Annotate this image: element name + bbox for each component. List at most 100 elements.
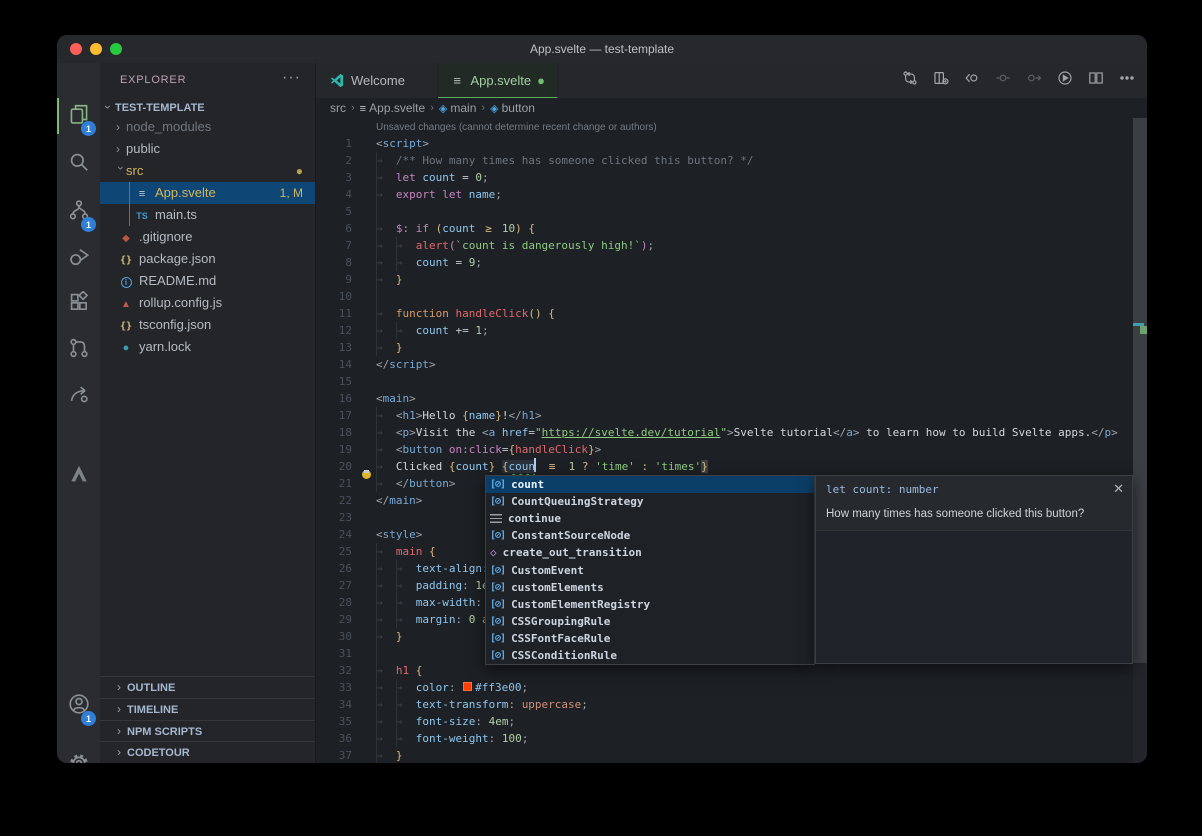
activity-item-azure[interactable] <box>57 454 100 498</box>
suggest-item-ConstantSourceNode[interactable]: [⊘]ConstantSourceNode <box>486 527 814 544</box>
activity-item-extensions[interactable] <box>57 282 100 326</box>
code-line-17[interactable]: 17→ <h1>Hello {name}!</h1> <box>316 407 1133 424</box>
activity-item-github-pull-requests[interactable] <box>57 328 100 372</box>
breadcrumb-item-button[interactable]: ◈ button <box>490 101 535 115</box>
file-name: README.md <box>139 273 216 288</box>
code-line-13[interactable]: 13→ } <box>316 339 1133 356</box>
folder-item-node_modules[interactable]: ›node_modules <box>100 116 315 138</box>
split-editor-button[interactable] <box>1084 69 1108 93</box>
file-item-tsconfig.json[interactable]: {}tsconfig.json <box>100 314 315 336</box>
activity-item-source-control[interactable]: 1 <box>57 190 100 234</box>
code-line-4[interactable]: 4→ export let name; <box>316 186 1133 203</box>
suggest-item-CSSFontFaceRule[interactable]: [⊘]CSSFontFaceRule <box>486 630 814 647</box>
title-bar[interactable]: App.svelte — test-template <box>57 35 1147 63</box>
file-item-.gitignore[interactable]: ◆.gitignore <box>100 226 315 248</box>
suggest-item-CustomEvent[interactable]: [⊘]CustomEvent <box>486 561 814 578</box>
file-type-icon: {} <box>118 315 134 337</box>
open-changes-editor-icon <box>933 70 949 91</box>
code-line-9[interactable]: 9→ } <box>316 271 1133 288</box>
symbol-cube-icon: ◈ <box>490 103 502 115</box>
file-item-rollup.config.js[interactable]: ▲rollup.config.js <box>100 292 315 314</box>
badge: 1 <box>81 711 96 726</box>
project-root-row[interactable]: ›TEST-TEMPLATE <box>100 98 315 116</box>
more-actions-button[interactable] <box>1115 69 1139 93</box>
code-line-1[interactable]: 1<script> <box>316 135 1133 152</box>
file-lines-icon: ≡ <box>360 103 369 115</box>
navigate-back-button[interactable] <box>960 69 984 93</box>
folder-item-src[interactable]: ›src● <box>100 160 315 182</box>
code-line-6[interactable]: 6→ $: if (count ≥ 10) { <box>316 220 1133 237</box>
file-item-main.ts[interactable]: TSmain.ts <box>100 204 315 226</box>
suggest-item-CSSConditionRule[interactable]: [⊘]CSSConditionRule <box>486 647 814 664</box>
activity-item-explorer[interactable]: 1 <box>57 94 100 138</box>
code-line-33[interactable]: 33→ → color: #ff3e00; <box>316 679 1133 696</box>
badge: 1 <box>81 217 96 232</box>
code-editor[interactable]: Unsaved changes (cannot determine recent… <box>316 118 1147 763</box>
code-line-15[interactable]: 15 <box>316 373 1133 390</box>
code-line-12[interactable]: 12→ → count += 1; <box>316 322 1133 339</box>
code-line-10[interactable]: 10 <box>316 288 1133 305</box>
code-line-2[interactable]: 2→ /** How many times has someone clicke… <box>316 152 1133 169</box>
code-line-7[interactable]: 7→ → alert(`count is dangerously high!`)… <box>316 237 1133 254</box>
file-name: App.svelte <box>155 185 216 200</box>
sidebar-section-codetour[interactable]: ›CODETOUR <box>100 741 315 763</box>
close-icon[interactable]: ✕ <box>1113 481 1124 497</box>
next-change-button[interactable] <box>1022 69 1046 93</box>
code-line-3[interactable]: 3→ let count = 0; <box>316 169 1133 186</box>
suggest-item-CustomElementRegistry[interactable]: [⊘]CustomElementRegistry <box>486 596 814 613</box>
code-line-19[interactable]: 19→ <button on:click={handleClick}> <box>316 441 1133 458</box>
suggest-item-CountQueuingStrategy[interactable]: [⊘]CountQueuingStrategy <box>486 493 814 510</box>
source-control-compare-button[interactable] <box>898 69 922 93</box>
tab-app-svelte[interactable]: ≡App.svelte● <box>438 63 558 98</box>
code-line-18[interactable]: 18→ <p>Visit the <a href="https://svelte… <box>316 424 1133 441</box>
breadcrumb-item-src[interactable]: src <box>330 101 346 115</box>
symbol-cube-icon: ◈ <box>439 103 451 115</box>
suggest-item-customElements[interactable]: [⊘]customElements <box>486 579 814 596</box>
file-item-yarn.lock[interactable]: ●yarn.lock <box>100 336 315 358</box>
previous-change-button[interactable] <box>991 69 1015 93</box>
code-line-5[interactable]: 5 <box>316 203 1133 220</box>
folder-item-public[interactable]: ›public <box>100 138 315 160</box>
activity-item-accounts[interactable]: 1 <box>57 684 100 728</box>
activity-item-settings-gear[interactable] <box>57 743 100 763</box>
open-changes-editor-button[interactable] <box>929 69 953 93</box>
breadcrumb-item-main[interactable]: ◈ main <box>439 101 477 115</box>
file-type-icon: i <box>118 271 134 293</box>
breadcrumb-item-app-svelte[interactable]: ≡ App.svelte <box>360 101 426 115</box>
editor-scrollbar[interactable] <box>1133 118 1147 763</box>
lightbulb-icon[interactable] <box>360 461 372 473</box>
file-item-App.svelte[interactable]: ≡App.svelte1, M <box>100 182 315 204</box>
code-line-37[interactable]: 37→ } <box>316 747 1133 763</box>
code-line-16[interactable]: 16<main> <box>316 390 1133 407</box>
sidebar-section-npm-scripts[interactable]: ›NPM SCRIPTS <box>100 720 315 742</box>
extensions-icon <box>68 291 90 318</box>
code-line-14[interactable]: 14</script> <box>316 356 1133 373</box>
suggest-item-continue[interactable]: continue <box>486 510 814 527</box>
tab-welcome[interactable]: Welcome <box>318 63 438 98</box>
code-line-20[interactable]: 20→ Clicked {count} {coun ≡ 1 ? 'time' :… <box>316 458 1133 475</box>
code-line-11[interactable]: 11→ function handleClick() { <box>316 305 1133 322</box>
file-item-package.json[interactable]: {}package.json <box>100 248 315 270</box>
symbol-variable-icon: [⊘] <box>490 599 505 610</box>
window-title: App.svelte — test-template <box>57 35 1147 63</box>
suggest-item-CSSGroupingRule[interactable]: [⊘]CSSGroupingRule <box>486 613 814 630</box>
suggest-item-count[interactable]: [⊘]count <box>486 476 814 493</box>
activity-item-run-debug[interactable] <box>57 236 100 280</box>
code-line-34[interactable]: 34→ → text-transform: uppercase; <box>316 696 1133 713</box>
file-item-README.md[interactable]: i README.md <box>100 270 315 292</box>
activity-item-live-share[interactable] <box>57 374 100 418</box>
suggest-label: create_out_transition <box>503 546 642 559</box>
scrollbar-thumb[interactable] <box>1133 118 1147 663</box>
sidebar-section-timeline[interactable]: ›TIMELINE <box>100 698 315 720</box>
code-line-36[interactable]: 36→ → font-weight: 100; <box>316 730 1133 747</box>
activity-item-search[interactable] <box>57 142 100 186</box>
views-and-more-actions-button[interactable]: ··· <box>282 69 301 87</box>
code-line-8[interactable]: 8→ → count = 9; <box>316 254 1133 271</box>
code-line-35[interactable]: 35→ → font-size: 4em; <box>316 713 1133 730</box>
breadcrumb[interactable]: src›≡ App.svelte›◈ main›◈ button <box>316 98 1147 118</box>
suggest-item-create_out_transition[interactable]: ◇create_out_transition <box>486 544 814 561</box>
run-or-debug-button[interactable] <box>1053 69 1077 93</box>
sidebar-sections: ›OUTLINE›TIMELINE›NPM SCRIPTS›CODETOUR <box>100 676 315 763</box>
folder-name: node_modules <box>126 119 211 134</box>
sidebar-section-outline[interactable]: ›OUTLINE <box>100 676 315 698</box>
